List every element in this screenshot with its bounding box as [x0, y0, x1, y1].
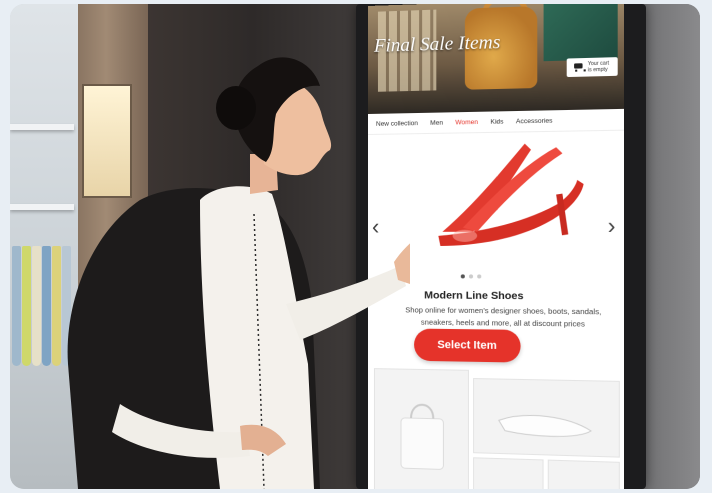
nav-item-women[interactable]: Women: [455, 118, 478, 126]
nav-item-men[interactable]: Men: [430, 119, 443, 126]
carousel-dot[interactable]: [477, 274, 481, 278]
shoe-image: [402, 132, 588, 266]
product-name: Modern Line Shoes: [424, 289, 523, 302]
cart-button[interactable]: Your cart is empty: [567, 57, 618, 77]
carousel-dots: [461, 274, 482, 278]
store-scene: Final Sale Items Your cart is empty New …: [10, 4, 700, 489]
carousel-dot[interactable]: [461, 274, 465, 278]
chevron-right-icon[interactable]: ›: [608, 213, 616, 240]
product-thumbnail[interactable]: [473, 457, 544, 489]
nav-item-accessories[interactable]: Accessories: [516, 117, 553, 125]
carousel-dot[interactable]: [469, 274, 473, 278]
select-item-button[interactable]: Select Item: [414, 329, 521, 363]
product-description: Shop online for women's designer shoes, …: [392, 304, 616, 331]
product-thumbnail[interactable]: [473, 378, 620, 458]
cart-icon: [573, 63, 584, 72]
hero-green-image: [544, 4, 618, 61]
product-thumbnail[interactable]: [548, 460, 620, 489]
cart-status: Your cart is empty: [588, 60, 611, 73]
flat-shoe-image: [474, 379, 619, 457]
nav-item-kids[interactable]: Kids: [490, 118, 503, 125]
shopper-woman: [50, 4, 410, 489]
right-wall: [640, 4, 700, 489]
